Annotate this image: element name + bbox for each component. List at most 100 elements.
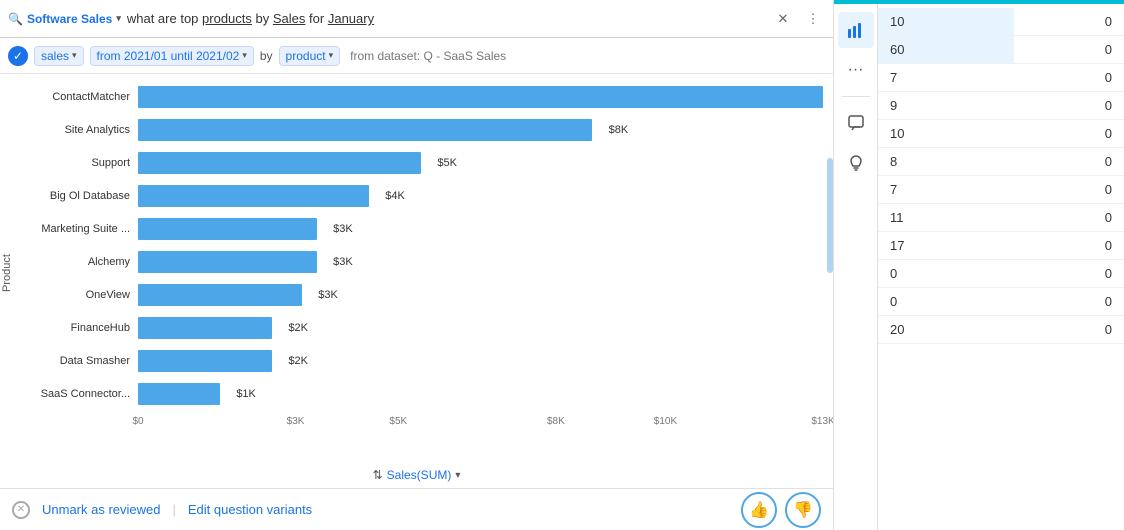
table-cell-col1: 8 — [878, 147, 1014, 175]
table-row: 600 — [878, 35, 1124, 63]
bars-area: ContactMatcher$12K Site Analytics$8K Suppo… — [18, 82, 833, 464]
x-ticks: $0$3K$5K$8K$10K$13K — [138, 416, 823, 436]
x-tick: $8K — [547, 416, 565, 427]
measure-arrow: ▾ — [455, 470, 460, 481]
bar-row: Big Ol Database$4K — [18, 181, 823, 211]
bar-value: $8K — [609, 124, 629, 136]
bar-track[interactable]: $2K — [138, 350, 823, 372]
bars-container: ContactMatcher$12K Site Analytics$8K Suppo… — [18, 82, 823, 412]
table-cell-col2: 0 — [1014, 35, 1124, 63]
bar-label: ContactMatcher — [18, 91, 138, 103]
bar-value: $2K — [288, 322, 308, 334]
bar-label: Alchemy — [18, 256, 138, 268]
bar-track[interactable]: $8K — [138, 119, 823, 141]
scroll-indicator — [827, 158, 833, 273]
bar-value: $1K — [236, 388, 256, 400]
x-tick: $10K — [654, 416, 677, 427]
app-name: Software Sales — [27, 12, 112, 26]
bar-fill: $3K — [138, 251, 317, 273]
bar-track[interactable]: $12K — [138, 86, 823, 108]
bottom-bar: ✕ Unmark as reviewed | Edit question var… — [0, 488, 833, 530]
search-bar: 🔍 Software Sales ▾ what are top products… — [0, 0, 833, 38]
bar-value: $3K — [333, 223, 353, 235]
unmark-icon: ✕ — [12, 501, 30, 519]
bar-track[interactable]: $3K — [138, 251, 823, 273]
table-cell-col2: 0 — [1014, 175, 1124, 203]
bar-label: Big Ol Database — [18, 190, 138, 202]
filter-chip-product[interactable]: product ▾ — [279, 46, 341, 66]
query-january[interactable]: January — [328, 11, 374, 26]
filter-chip-date[interactable]: from 2021/01 until 2021/02 ▾ — [90, 46, 254, 66]
table-cell-col2: 0 — [1014, 203, 1124, 231]
unmark-link[interactable]: Unmark as reviewed — [42, 502, 161, 517]
table-cell-col1: 10 — [878, 8, 1014, 36]
bar-fill: $3K — [138, 284, 302, 306]
table-cell-col1: 0 — [878, 259, 1014, 287]
edit-link[interactable]: Edit question variants — [188, 502, 312, 517]
bar-fill: $8K — [138, 119, 592, 141]
search-query: what are top products by Sales for Janua… — [127, 11, 765, 26]
table-row: 70 — [878, 175, 1124, 203]
bar-label: Data Smasher — [18, 355, 138, 367]
thumbs-up-button[interactable]: 👍 — [741, 492, 777, 528]
x-tick: $3K — [287, 416, 305, 427]
query-sales[interactable]: Sales — [273, 11, 306, 26]
bar-track[interactable]: $3K — [138, 284, 823, 306]
search-close-button[interactable]: ✕ — [771, 7, 795, 31]
data-table-area: 100600709010080701101700000200 — [878, 4, 1124, 530]
bar-label: SaaS Connector... — [18, 388, 138, 400]
measure-label[interactable]: Sales(SUM) — [387, 468, 452, 482]
bar-track[interactable]: $5K — [138, 152, 823, 174]
table-cell-col1: 9 — [878, 91, 1014, 119]
table-cell-col2: 0 — [1014, 287, 1124, 315]
bar-row: Marketing Suite ... $3K — [18, 214, 823, 244]
bar-fill: $1K — [138, 383, 220, 405]
table-cell-col1: 10 — [878, 119, 1014, 147]
icon-sidebar: ··· — [834, 4, 1124, 530]
table-cell-col2: 0 — [1014, 8, 1124, 36]
table-row: 70 — [878, 63, 1124, 91]
bar-row: FinanceHub$2K — [18, 313, 823, 343]
bar-row: Site Analytics$8K — [18, 115, 823, 145]
bar-label: Support — [18, 157, 138, 169]
dropdown-arrow-app[interactable]: ▾ — [116, 13, 121, 24]
right-panel: ··· — [834, 0, 1124, 530]
table-row: 00 — [878, 287, 1124, 315]
sort-icon: ⇅ — [373, 468, 383, 482]
search-more-button[interactable]: ⋮ — [801, 7, 825, 31]
nav-lightbulb-icon[interactable] — [838, 145, 874, 181]
thumbs-down-button[interactable]: 👎 — [785, 492, 821, 528]
bar-row: Data Smasher$2K — [18, 346, 823, 376]
table-row: 00 — [878, 259, 1124, 287]
nav-chart-icon[interactable] — [838, 12, 874, 48]
table-row: 200 — [878, 315, 1124, 343]
nav-more-icon[interactable]: ··· — [838, 52, 874, 88]
bar-fill: $2K — [138, 350, 272, 372]
bar-value: $3K — [318, 289, 338, 301]
table-cell-col1: 11 — [878, 203, 1014, 231]
filter-chip-sales[interactable]: sales ▾ — [34, 46, 84, 66]
query-products[interactable]: products — [202, 11, 252, 26]
bar-track[interactable]: $2K — [138, 317, 823, 339]
icon-nav: ··· — [834, 4, 878, 530]
chart-panel: 🔍 Software Sales ▾ what are top products… — [0, 0, 834, 530]
table-row: 100 — [878, 119, 1124, 147]
dataset-label: from dataset: Q - SaaS Sales — [350, 49, 506, 63]
chart-body: Product ContactMatcher$12KSite Analytics… — [0, 82, 833, 464]
query-prefix: what are top — [127, 11, 199, 26]
x-tick: $13K — [811, 416, 833, 427]
chip3-arrow: ▾ — [329, 50, 334, 61]
table-cell-col2: 0 — [1014, 119, 1124, 147]
query-for: for — [309, 11, 324, 26]
table-cell-col2: 0 — [1014, 63, 1124, 91]
bar-track[interactable]: $4K — [138, 185, 823, 207]
bar-label: Marketing Suite ... — [18, 223, 138, 235]
table-cell-col1: 60 — [878, 35, 1014, 63]
bar-fill: $12K — [138, 86, 823, 108]
chart-content: Product ContactMatcher$12KSite Analytics… — [0, 74, 833, 488]
bar-track[interactable]: $3K — [138, 218, 823, 240]
chip1-arrow: ▾ — [72, 50, 77, 61]
nav-comment-icon[interactable] — [838, 105, 874, 141]
measure-row: ⇅ Sales(SUM) ▾ — [0, 464, 833, 488]
bar-track[interactable]: $1K — [138, 383, 823, 405]
